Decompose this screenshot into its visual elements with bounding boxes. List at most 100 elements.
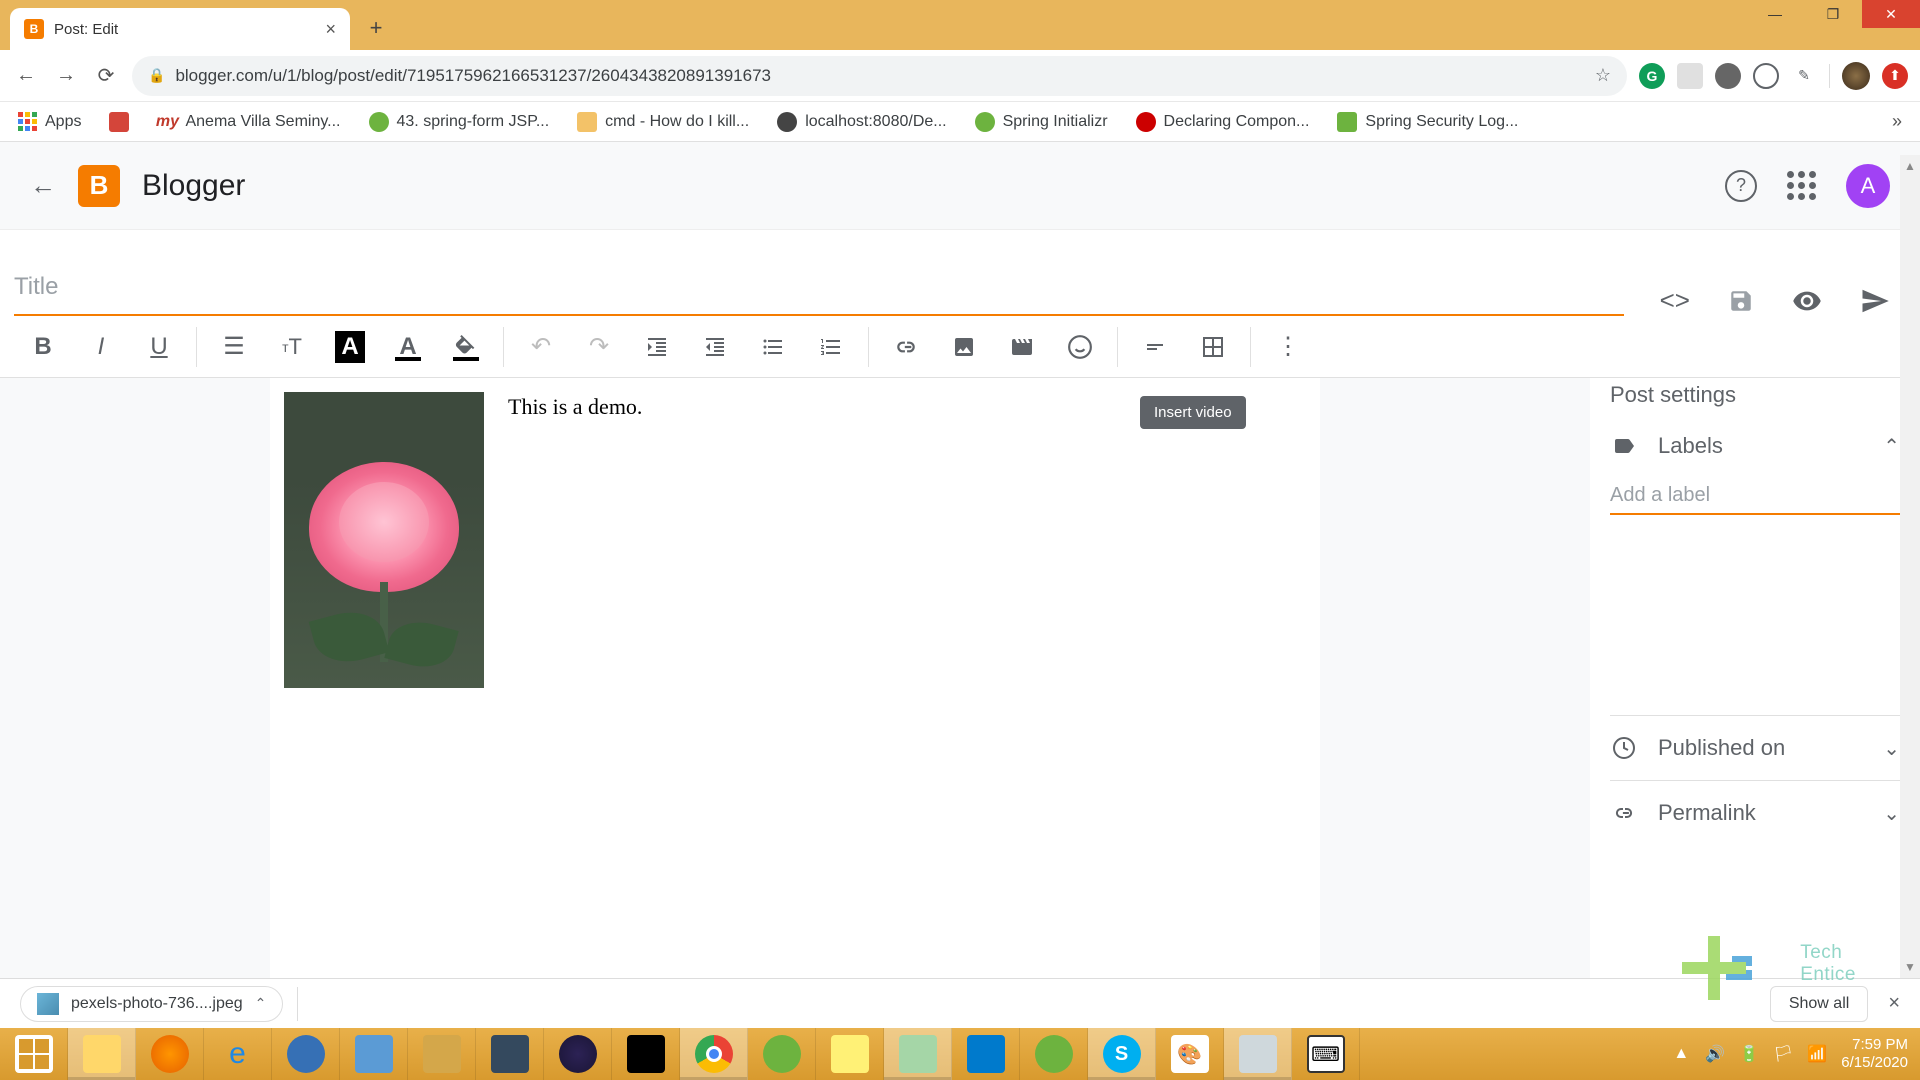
profile-avatar-icon[interactable]	[1842, 62, 1870, 90]
inserted-image[interactable]	[284, 392, 484, 688]
extension-icon[interactable]	[1677, 63, 1703, 89]
highlight-color-button[interactable]	[437, 327, 495, 367]
window-minimize-button[interactable]: —	[1746, 0, 1804, 28]
back-button[interactable]: ←	[12, 62, 40, 90]
toggle-html-button[interactable]: <>	[1660, 285, 1690, 316]
start-button[interactable]	[0, 1028, 68, 1080]
volume-icon[interactable]: 🔊	[1705, 1044, 1725, 1064]
taskbar-item-firefox[interactable]	[136, 1028, 204, 1080]
bookmark-item[interactable]: Spring Security Log...	[1337, 112, 1518, 132]
chevron-up-icon: ⌃	[1883, 434, 1900, 459]
bookmark-item[interactable]: localhost:8080/De...	[777, 112, 946, 132]
more-options-button[interactable]: ⋮	[1259, 327, 1317, 367]
extension-icon[interactable]	[1753, 63, 1779, 89]
bookmark-item[interactable]	[109, 112, 129, 132]
permalink-section[interactable]: Permalink ⌄	[1610, 780, 1900, 845]
text-color-button[interactable]: A	[379, 327, 437, 367]
insert-jumpbreak-button[interactable]	[1126, 327, 1184, 367]
taskbar-item-eclipse[interactable]	[544, 1028, 612, 1080]
account-avatar[interactable]: A	[1846, 164, 1890, 208]
italic-button[interactable]: I	[72, 327, 130, 367]
redo-button[interactable]: ↷	[570, 327, 628, 367]
help-button[interactable]: ?	[1725, 170, 1757, 202]
bookmark-item[interactable]: Declaring Compon...	[1136, 112, 1310, 132]
published-section[interactable]: Published on ⌄	[1610, 715, 1900, 780]
underline-button[interactable]: U	[130, 327, 188, 367]
indent-button[interactable]	[628, 327, 686, 367]
taskbar-item-notepadpp[interactable]	[884, 1028, 952, 1080]
insert-video-button[interactable]	[993, 327, 1051, 367]
taskbar-item-ie[interactable]: e	[204, 1028, 272, 1080]
insert-table-button[interactable]	[1184, 327, 1242, 367]
taskbar-item-putty[interactable]	[476, 1028, 544, 1080]
window-maximize-button[interactable]: ❐	[1804, 0, 1862, 28]
favicon-icon	[109, 112, 129, 132]
bold-button[interactable]: B	[14, 327, 72, 367]
numbered-list-button[interactable]	[802, 327, 860, 367]
taskbar-item[interactable]	[340, 1028, 408, 1080]
taskbar-item-spring2[interactable]	[1020, 1028, 1088, 1080]
window-close-button[interactable]: ✕	[1862, 0, 1920, 28]
new-tab-button[interactable]: +	[358, 10, 394, 46]
grammarly-extension-icon[interactable]: G	[1639, 63, 1665, 89]
taskbar-item-thunderbird[interactable]	[272, 1028, 340, 1080]
google-apps-button[interactable]	[1787, 171, 1816, 200]
taskbar-item-paint[interactable]: 🎨	[1156, 1028, 1224, 1080]
tray-overflow-icon[interactable]: ▲	[1671, 1044, 1691, 1064]
back-arrow-button[interactable]: ←	[30, 170, 56, 201]
insert-link-button[interactable]	[877, 327, 935, 367]
bookmark-item[interactable]: cmd - How do I kill...	[577, 112, 749, 132]
insert-emoji-button[interactable]	[1051, 327, 1109, 367]
forward-button[interactable]: →	[52, 62, 80, 90]
update-alert-icon[interactable]: ⬆	[1882, 63, 1908, 89]
scroll-up-arrow-icon[interactable]: ▲	[1900, 155, 1920, 177]
taskbar-item-notepad[interactable]	[1224, 1028, 1292, 1080]
taskbar-item-skype[interactable]: S	[1088, 1028, 1156, 1080]
taskbar-item-notes[interactable]	[816, 1028, 884, 1080]
insert-image-button[interactable]	[935, 327, 993, 367]
tray-clock[interactable]: 7:59 PM 6/15/2020	[1841, 1036, 1908, 1072]
labels-section[interactable]: Labels ⌃	[1610, 432, 1900, 478]
font-family-button[interactable]: A	[321, 327, 379, 367]
taskbar-item-vscode[interactable]	[952, 1028, 1020, 1080]
taskbar-item-chrome[interactable]	[680, 1028, 748, 1080]
bookmark-star-icon[interactable]: ☆	[1595, 65, 1611, 86]
address-bar[interactable]: 🔒 blogger.com/u/1/blog/post/edit/7195175…	[132, 56, 1627, 96]
preview-button[interactable]	[1792, 286, 1822, 316]
extension-icon[interactable]	[1715, 63, 1741, 89]
browser-tab[interactable]: B Post: Edit ×	[10, 8, 350, 50]
tab-close-icon[interactable]: ×	[325, 19, 336, 40]
add-label-input[interactable]	[1610, 478, 1900, 515]
publish-button[interactable]	[1860, 286, 1890, 316]
font-size-button[interactable]: тT	[263, 327, 321, 367]
undo-button[interactable]: ↶	[512, 327, 570, 367]
chevron-up-icon[interactable]: ⌃	[255, 995, 267, 1012]
taskbar-item[interactable]	[408, 1028, 476, 1080]
taskbar-item-spring[interactable]	[748, 1028, 816, 1080]
wifi-icon[interactable]: 📶	[1807, 1044, 1827, 1064]
taskbar-item-keyboard[interactable]: ⌨	[1292, 1028, 1360, 1080]
taskbar-item-explorer[interactable]	[68, 1028, 136, 1080]
editor-canvas[interactable]: This is a demo.	[270, 378, 1320, 978]
save-button[interactable]	[1728, 288, 1754, 314]
eyedropper-extension-icon[interactable]: ✎	[1791, 63, 1817, 89]
content-text[interactable]: This is a demo.	[508, 392, 642, 420]
scroll-down-arrow-icon[interactable]: ▼	[1900, 956, 1920, 978]
bookmark-item[interactable]: 43. spring-form JSP...	[369, 112, 550, 132]
bookmark-item[interactable]: myAnema Villa Seminy...	[157, 112, 340, 132]
show-all-button[interactable]: Show all	[1770, 986, 1868, 1022]
bookmark-item[interactable]: Spring Initializr	[975, 112, 1108, 132]
close-shelf-button[interactable]: ×	[1888, 992, 1900, 1015]
format-paragraph-button[interactable]: ☰	[205, 327, 263, 367]
post-title-input[interactable]	[14, 260, 1624, 316]
bullet-list-button[interactable]	[744, 327, 802, 367]
bookmarks-overflow-button[interactable]: »	[1892, 111, 1902, 132]
apps-bookmark[interactable]: Apps	[18, 112, 81, 131]
flag-icon[interactable]: 🏳	[1773, 1044, 1793, 1064]
download-item[interactable]: pexels-photo-736....jpeg ⌃	[20, 986, 283, 1022]
vertical-scrollbar[interactable]: ▲ ▼	[1900, 155, 1920, 978]
reload-button[interactable]: ⟳	[92, 62, 120, 90]
battery-icon[interactable]: 🔋	[1739, 1044, 1759, 1064]
outdent-button[interactable]	[686, 327, 744, 367]
taskbar-item-cmd[interactable]	[612, 1028, 680, 1080]
